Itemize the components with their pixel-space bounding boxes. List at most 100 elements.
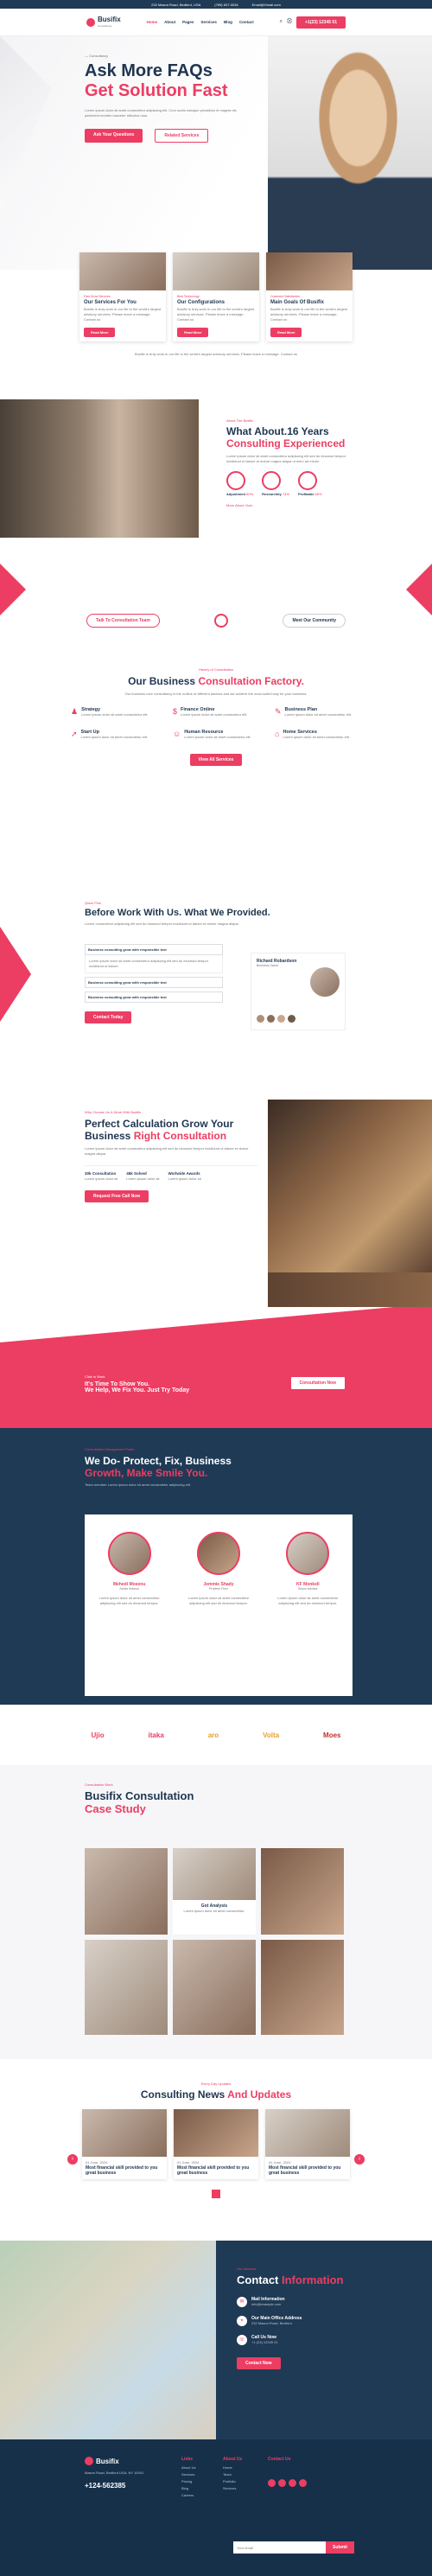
footer-link[interactable]: Pricing (181, 2478, 195, 2485)
partner-logo[interactable]: itaka (149, 1731, 164, 1739)
home-icon: ⌂ (275, 730, 280, 738)
testimonial-card: Richard Robardson Business Owner (251, 953, 346, 1030)
mail-icon: ✉ (237, 2297, 247, 2307)
feature-title: Our Services For You (84, 300, 137, 305)
avatar[interactable] (288, 1015, 295, 1023)
ask-questions-button[interactable]: Ask Your Questions (85, 129, 143, 143)
service-item[interactable]: ✎ Business Plan Lorem ipsum dolor sit amet… (275, 707, 361, 717)
feature-card[interactable]: Fast Grow Services Our Services For You … (79, 252, 166, 341)
footer-logo[interactable]: Busifix (85, 2457, 145, 2465)
request-call-button[interactable]: Request Free Call Now (85, 1190, 149, 1202)
footer-link[interactable]: Team (223, 2471, 242, 2478)
news-card[interactable]: 01 June, 2024 Most financial skill provid… (265, 2109, 350, 2179)
service-item[interactable]: $ Finance Online Lorem ipsum dolor sit ame… (173, 707, 259, 717)
news-card[interactable]: 01 June, 2024 Most financial skill provid… (82, 2109, 167, 2179)
twitter-icon[interactable] (278, 2479, 286, 2487)
case-item[interactable] (261, 1848, 344, 1935)
cart-icon[interactable]: ⛒ (287, 19, 292, 25)
news-pager-icon[interactable] (212, 2190, 220, 2198)
related-services-button[interactable]: Related Services (155, 129, 209, 143)
footer-col1-title: Links (181, 2457, 194, 2462)
service-item[interactable]: ➚ Start Up Lorem ipsum dolor sit amet cons… (71, 730, 157, 740)
service-item[interactable]: ☺ Human Resource Lorem ipsum dolor sit ame… (173, 730, 259, 740)
partner-logo[interactable]: Volta (263, 1731, 279, 1739)
finance-icon: $ (173, 707, 178, 716)
search-icon[interactable]: ⌕ (280, 19, 283, 25)
footer-link[interactable]: Services (181, 2471, 195, 2478)
team-member-card[interactable]: Jemmie Shady Problem Fixer Lorem ipsum d… (184, 1532, 253, 1696)
footer-link[interactable]: Portfolio (223, 2478, 242, 2485)
avatar[interactable] (277, 1015, 285, 1023)
newsletter-input[interactable] (233, 2541, 327, 2554)
logo[interactable]: Busifix Consultancy (86, 16, 121, 29)
feature-text: Busifix is truly work in our life to the… (84, 307, 162, 322)
map[interactable] (0, 2241, 216, 2439)
nav-item-about[interactable]: About (164, 20, 175, 24)
top-bar: 232 Mason Road, Bedford, USA (789) 637-0… (0, 0, 432, 9)
footer-link[interactable]: Services (223, 2485, 242, 2492)
nav-item-pages[interactable]: Pages (182, 20, 194, 24)
prev-arrow-icon[interactable]: ‹ (67, 2154, 78, 2165)
more-about-link[interactable]: More About Ours (226, 503, 356, 507)
nav-item-home[interactable]: Home (147, 20, 158, 24)
team-member-photo (196, 1532, 240, 1575)
team-member-card[interactable]: Mehedi Moeenu Senior Advisor Lorem ipsum… (95, 1532, 164, 1696)
footer-address: Mason Road, Bedford USA, NY 10001 (85, 2471, 144, 2475)
read-more-button[interactable]: Read More (270, 328, 302, 337)
case-item[interactable] (85, 1940, 168, 2035)
news-section: Every Day Updates Consulting News And Up… (0, 2059, 432, 2241)
about-title-2: Consulting Experienced (226, 437, 346, 450)
calc-title-2b: Right Consultation (133, 1130, 227, 1142)
consultation-now-button[interactable]: Consultation Now (289, 1376, 346, 1390)
footer-link[interactable]: Careers (181, 2492, 195, 2499)
avatar[interactable] (267, 1015, 275, 1023)
next-arrow-icon[interactable]: › (354, 2154, 365, 2165)
feature-image (79, 252, 166, 290)
footer: Busifix Mason Road, Bedford USA, NY 1000… (0, 2439, 432, 2576)
hero-person-image (268, 36, 432, 270)
plan-icon: ✎ (275, 707, 282, 716)
case-item[interactable] (85, 1848, 168, 1935)
cta-section: Click to Work It's Time To Show You. We … (0, 1272, 432, 1428)
contact-today-button[interactable]: Contact Today (85, 1011, 132, 1023)
nav-item-blog[interactable]: Blog (224, 20, 232, 24)
service-item[interactable]: ♟ Strategy Lorem ipsum dolor sit amet cons… (71, 707, 157, 717)
service-item[interactable]: ⌂ Home Services Lorem ipsum dolor sit amet… (275, 730, 361, 740)
case-item[interactable] (173, 1940, 256, 2035)
footer-link[interactable]: Blog (181, 2485, 195, 2492)
news-card[interactable]: 01 June, 2024 Most financial skill provid… (174, 2109, 258, 2179)
counter-item: 30k Consultation Lorem ipsum dolor sit (85, 1171, 118, 1181)
case-item-featured[interactable]: Got Analysis Lorem ipsum dolor sit amet … (173, 1848, 256, 1935)
faq-item[interactable]: Business consulting grow with responsibl… (85, 977, 223, 988)
feature-card[interactable]: Customer Satisfaction Main Goals Of Busi… (266, 252, 353, 341)
footer-link[interactable]: About Us (181, 2464, 195, 2471)
instagram-icon[interactable] (299, 2479, 307, 2487)
team-member-card[interactable]: KF Monkell Senior Advisor Lorem ipsum do… (273, 1532, 342, 1696)
facebook-icon[interactable] (268, 2479, 276, 2487)
avatar[interactable] (257, 1015, 264, 1023)
rocket-icon: ➚ (71, 730, 78, 738)
contact-now-button[interactable]: Contact Now (237, 2357, 281, 2369)
team-section: Consultation Management Team We Do- Prot… (0, 1428, 432, 1705)
about-decor-right (406, 564, 432, 615)
feature-card[interactable]: Best Technology Our Configurations Busif… (173, 252, 259, 341)
read-more-button[interactable]: Read More (177, 328, 209, 337)
team-member-photo (107, 1532, 151, 1575)
partner-logo[interactable]: aro (208, 1731, 219, 1739)
faq-item[interactable]: Business consulting grow with responsibl… (85, 944, 223, 955)
nav-phone-button[interactable]: +1(23) 12345 01 (296, 16, 346, 29)
nav-item-contact[interactable]: Contact (239, 20, 254, 24)
newsletter-submit-button[interactable]: Submit (326, 2541, 354, 2554)
case-item[interactable] (261, 1940, 344, 2035)
partner-logo[interactable]: Ujio (91, 1731, 104, 1739)
feature-image (266, 252, 353, 290)
talk-team-button[interactable]: Talk To Consultation Team (86, 614, 160, 628)
view-services-button[interactable]: View All Services (189, 754, 243, 766)
footer-link[interactable]: Home (223, 2464, 242, 2471)
linkedin-icon[interactable] (289, 2479, 296, 2487)
nav-item-services[interactable]: Services (200, 20, 217, 24)
partner-logo[interactable]: Moes (323, 1731, 340, 1739)
meet-community-button[interactable]: Meet Our Community (283, 614, 346, 628)
faq-item[interactable]: Business consulting grow with responsibl… (85, 992, 223, 1003)
read-more-button[interactable]: Read More (84, 328, 116, 337)
